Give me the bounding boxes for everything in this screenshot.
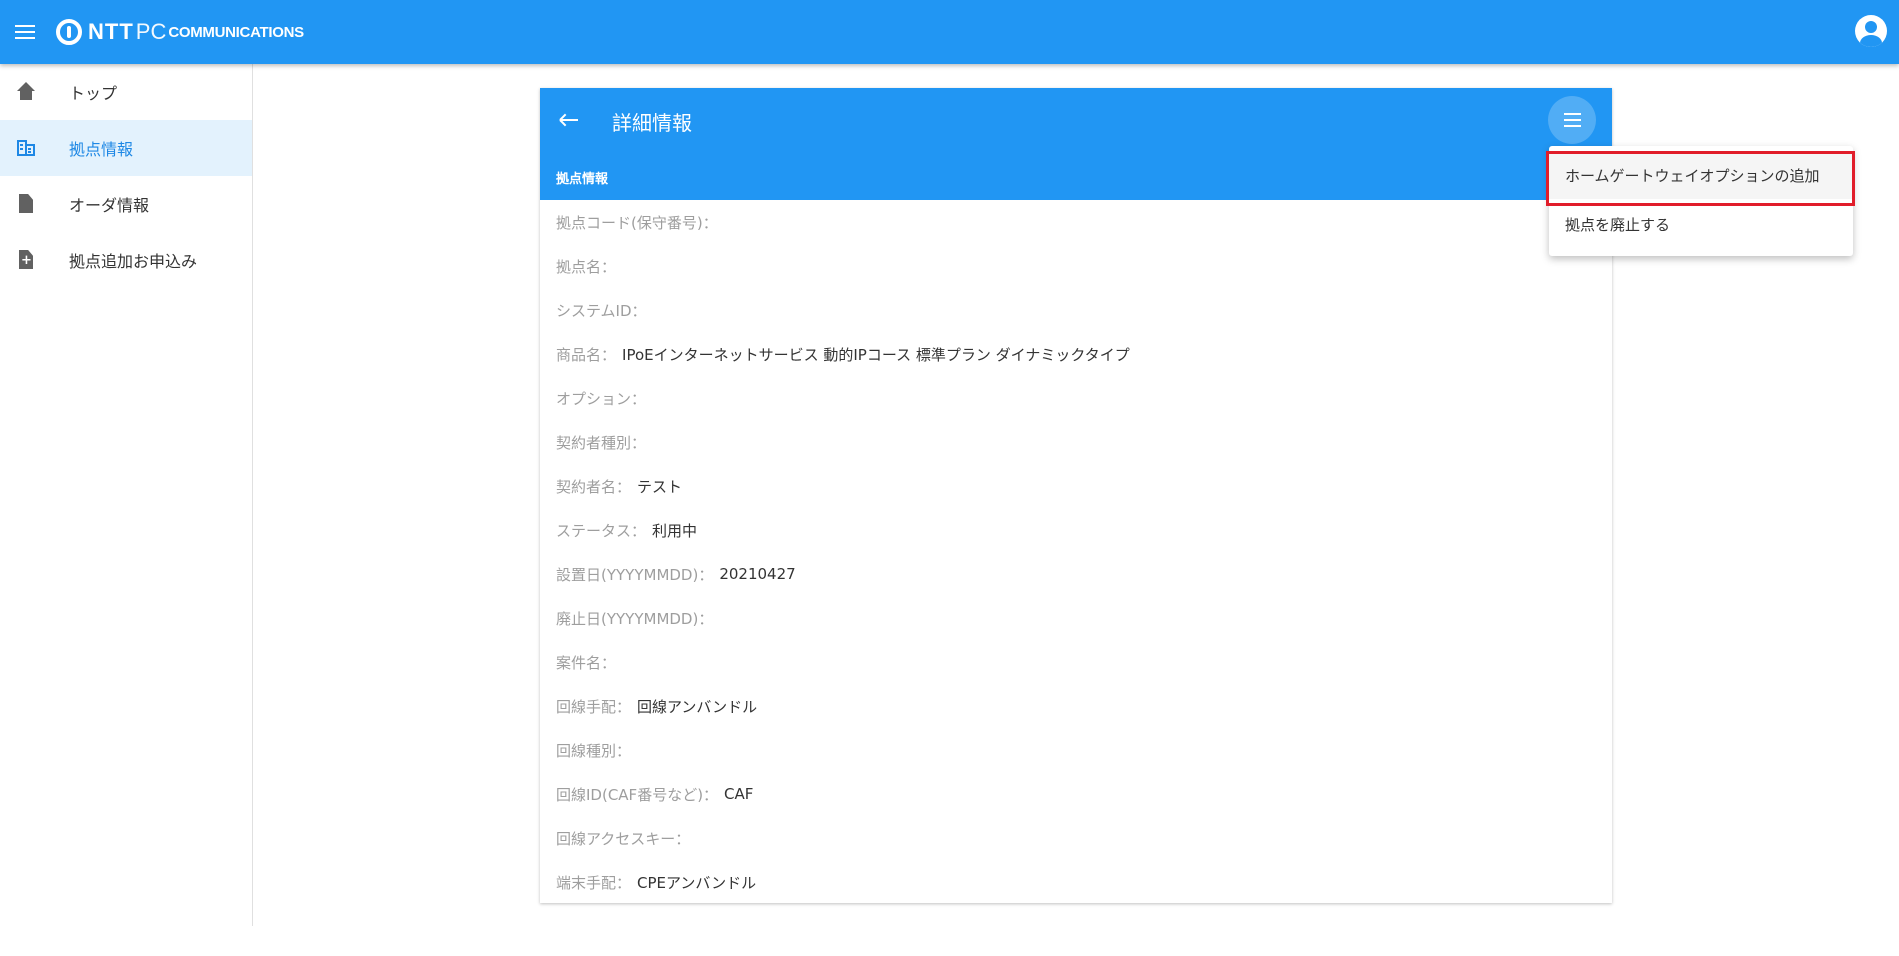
field-label: 拠点名： — [556, 257, 617, 276]
field-line-access-key: 回線アクセスキー： — [556, 816, 1596, 860]
field-line-arrangement: 回線手配： 回線アンバンドル — [556, 684, 1596, 728]
field-label: 端末手配： — [556, 873, 632, 892]
document-icon — [16, 194, 36, 214]
section-title: 拠点情報 — [556, 172, 609, 187]
field-product-name: 商品名： IPoEインターネットサービス 動的IPコース 標準プラン ダイナミック… — [556, 332, 1596, 376]
field-value: 利用中 — [652, 521, 698, 540]
field-label: 商品名： — [556, 345, 617, 364]
field-label: システムID： — [556, 301, 647, 320]
field-label: 拠点コード(保守番号)： — [556, 213, 718, 232]
field-contractor-type: 契約者種別： — [556, 420, 1596, 464]
field-label: 廃止日(YYYYMMDD)： — [556, 609, 714, 628]
menu-item-add-home-gateway-option[interactable]: ホームゲートウェイオプションの追加 — [1549, 151, 1853, 199]
field-status: ステータス： 利用中 — [556, 508, 1596, 552]
logo-communications: COMMUNICATIONS — [168, 23, 304, 41]
field-label: 回線種別： — [556, 741, 632, 760]
field-label: 契約者種別： — [556, 433, 647, 452]
field-site-name: 拠点名： — [556, 244, 1596, 288]
field-line-type: 回線種別： — [556, 728, 1596, 772]
logo-ntt: NTT — [88, 19, 134, 44]
section-header: 拠点情報 — [540, 152, 1612, 200]
logo-mark-icon — [56, 19, 82, 45]
field-list: 拠点コード(保守番号)： 拠点名： システムID： 商品名： IPoEインターネッ… — [556, 200, 1596, 904]
menu-item-label: ホームゲートウェイオプションの追加 — [1565, 166, 1820, 185]
field-label: 契約者名： — [556, 477, 632, 496]
app-bar: NTT PC COMMUNICATIONS — [0, 0, 1899, 64]
hamburger-icon[interactable] — [12, 18, 40, 46]
sidebar-item-add-site[interactable]: 拠点追加お申込み — [0, 232, 252, 288]
sidebar: トップ 拠点情報 オーダ情報 拠点追加お申込み — [0, 64, 253, 926]
field-label: 案件名： — [556, 653, 617, 672]
logo-pc: PC — [135, 19, 167, 44]
sidebar-item-orders[interactable]: オーダ情報 — [0, 176, 252, 232]
field-value: 20210427 — [719, 565, 796, 583]
field-install-date: 設置日(YYYYMMDD)： 20210427 — [556, 552, 1596, 596]
sidebar-item-top[interactable]: トップ — [0, 64, 252, 120]
field-contractor-name: 契約者名： テスト — [556, 464, 1596, 508]
field-label: 回線アクセスキー： — [556, 829, 691, 848]
field-option: オプション： — [556, 376, 1596, 420]
building-icon — [16, 138, 36, 158]
menu-item-label: 拠点を廃止する — [1565, 215, 1671, 234]
document-add-icon — [16, 250, 36, 270]
sidebar-item-label: 拠点追加お申込み — [69, 252, 198, 271]
field-value: 回線アンバンドル — [637, 697, 758, 716]
home-icon — [16, 82, 36, 102]
field-label: オプション： — [556, 389, 647, 408]
field-label: ステータス： — [556, 521, 647, 540]
field-abolish-date: 廃止日(YYYYMMDD)： — [556, 596, 1596, 640]
menu-button[interactable] — [1548, 96, 1596, 144]
actions-menu: ホームゲートウェイオプションの追加 拠点を廃止する — [1549, 146, 1853, 256]
sidebar-item-label: オーダ情報 — [69, 196, 150, 215]
field-value: IPoEインターネットサービス 動的IPコース 標準プラン ダイナミックタイプ — [622, 345, 1130, 364]
field-label: 回線ID(CAF番号など)： — [556, 785, 719, 804]
detail-card: 詳細情報 拠点情報 拠点コード(保守番号)： 拠点名： システムID： 商品名：… — [540, 88, 1612, 903]
field-terminal-arrangement: 端末手配： CPEアンバンドル — [556, 860, 1596, 904]
sidebar-item-sites[interactable]: 拠点情報 — [0, 120, 252, 176]
menu-item-abolish-site[interactable]: 拠点を廃止する — [1549, 200, 1853, 248]
field-label: 設置日(YYYYMMDD)： — [556, 565, 714, 584]
page-title: 詳細情報 — [612, 111, 692, 135]
sidebar-item-label: トップ — [69, 84, 118, 103]
field-line-id: 回線ID(CAF番号など)： CAF — [556, 772, 1596, 816]
field-value: CPEアンバンドル — [637, 873, 757, 892]
field-site-code: 拠点コード(保守番号)： — [556, 200, 1596, 244]
card-header: 詳細情報 — [540, 88, 1612, 152]
field-label: 回線手配： — [556, 697, 632, 716]
account-circle-icon[interactable] — [1855, 15, 1887, 47]
field-project-name: 案件名： — [556, 640, 1596, 684]
ntt-pc-logo[interactable]: NTT PC COMMUNICATIONS — [56, 15, 304, 49]
sidebar-item-label: 拠点情報 — [69, 140, 134, 159]
field-system-id: システムID： — [556, 288, 1596, 332]
field-value: CAF — [724, 785, 754, 803]
field-value: テスト — [637, 477, 683, 496]
back-arrow-icon[interactable] — [556, 106, 584, 134]
